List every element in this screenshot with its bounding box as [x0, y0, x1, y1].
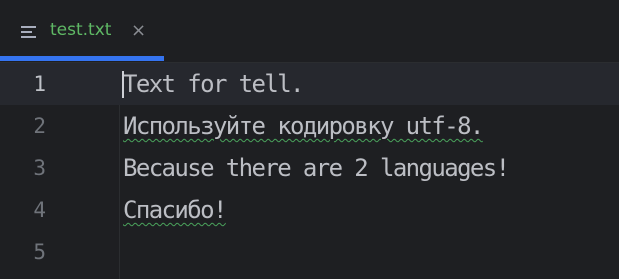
- line-text: Because there are 2 languages!: [123, 154, 510, 182]
- close-icon[interactable]: ×: [131, 20, 146, 42]
- text-caret: [122, 71, 124, 98]
- editor-line[interactable]: 3 Because there are 2 languages!: [0, 147, 619, 189]
- tab-test-txt[interactable]: test.txt ×: [0, 0, 164, 62]
- active-tab-indicator: [0, 56, 164, 61]
- line-number: 3: [33, 156, 46, 180]
- line-text: Text for tell.: [123, 70, 304, 98]
- editor-tab-bar: test.txt ×: [0, 0, 619, 62]
- line-number: 5: [33, 240, 46, 264]
- line-text: Используйте кодировку utf-8.: [123, 112, 484, 140]
- line-text: Спасибо!: [123, 196, 227, 224]
- editor-area[interactable]: 1 Text for tell. 2 Используйте кодировку…: [0, 62, 619, 279]
- line-number: 4: [33, 198, 46, 222]
- editor-line[interactable]: 4 Спасибо!: [0, 189, 619, 231]
- line-number: 1: [33, 72, 46, 96]
- editor-line[interactable]: 5: [0, 231, 619, 273]
- editor-line[interactable]: 1 Text for tell.: [0, 63, 619, 105]
- editor-line[interactable]: 2 Используйте кодировку utf-8.: [0, 105, 619, 147]
- tab-label: test.txt: [50, 20, 112, 40]
- line-number: 2: [33, 114, 46, 138]
- text-file-icon: [20, 24, 38, 40]
